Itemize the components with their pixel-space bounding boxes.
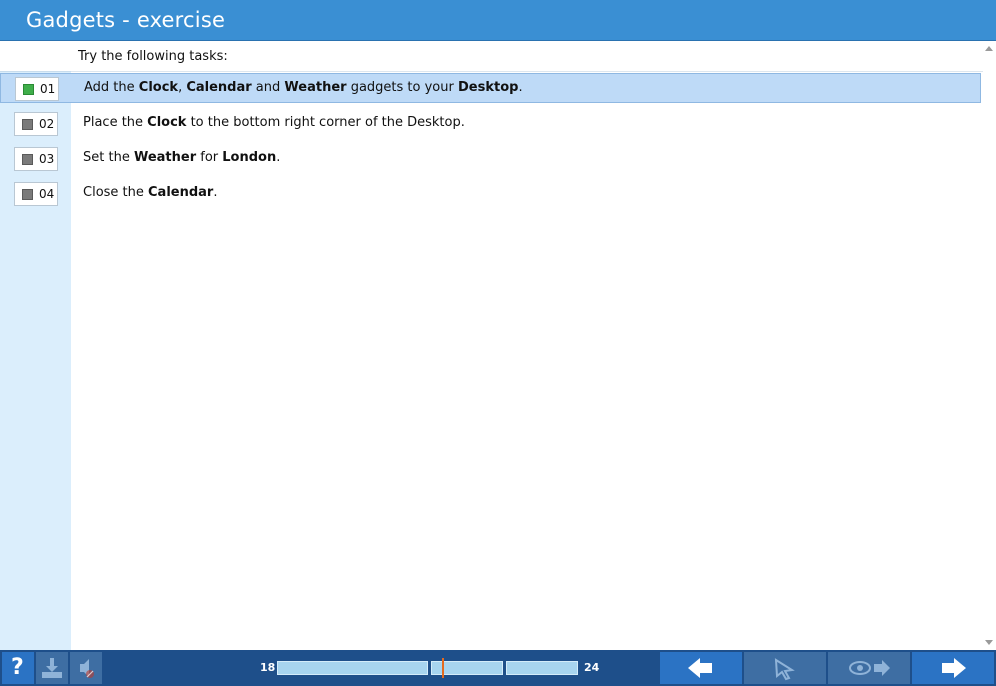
back-arrow-icon: [688, 658, 712, 678]
window-title: Gadgets - exercise: [26, 8, 226, 32]
task-keyword: Clock: [138, 80, 179, 95]
view-next-icon: [849, 660, 890, 676]
task-number: 01: [40, 82, 56, 96]
task-pending-icon: [22, 119, 33, 130]
task-text-part: Place the: [83, 115, 148, 130]
task-keyword: Calendar: [148, 185, 214, 200]
task-number-button[interactable]: 01: [15, 77, 59, 101]
task-row[interactable]: 02 Place the Clock to the bottom right co…: [0, 108, 981, 138]
task-number-button[interactable]: 03: [14, 147, 58, 171]
task-text-part: for: [196, 150, 223, 165]
title-bar: Gadgets - exercise: [0, 0, 996, 41]
task-description: Set the Weather for London.: [83, 150, 280, 165]
progress-segment[interactable]: [506, 661, 578, 675]
task-text-part: .: [213, 185, 218, 200]
forward-arrow-icon: [942, 658, 966, 678]
task-keyword: Desktop: [457, 80, 519, 95]
task-text-part: to the bottom right corner of the Deskto…: [186, 115, 465, 130]
task-number-header: [0, 41, 71, 72]
task-pending-icon: [22, 189, 33, 200]
progress-marker[interactable]: [442, 658, 444, 678]
task-row[interactable]: 04 Close the Calendar.: [0, 178, 981, 208]
task-number-button[interactable]: 04: [14, 182, 58, 206]
task-keyword: London: [222, 150, 277, 165]
scroll-down-arrow-icon[interactable]: [985, 640, 993, 645]
pointer-icon: [774, 658, 795, 681]
task-keyword: Weather: [284, 80, 347, 95]
vertical-scrollbar[interactable]: [983, 41, 996, 650]
task-text-part: Add the: [84, 80, 139, 95]
task-text-part: .: [518, 80, 523, 95]
task-number: 03: [39, 152, 55, 166]
task-description: Place the Clock to the bottom right corn…: [83, 115, 465, 130]
task-number-button[interactable]: 02: [14, 112, 58, 136]
progress-start-label: 18: [260, 661, 276, 674]
task-row[interactable]: 03 Set the Weather for London.: [0, 143, 981, 173]
task-number: 04: [39, 187, 55, 201]
task-keyword: Calendar: [186, 80, 252, 95]
task-keyword: Clock: [147, 115, 187, 130]
task-description: Close the Calendar.: [83, 185, 218, 200]
progress-end-label: 24: [584, 661, 600, 674]
progress-segment[interactable]: [277, 661, 428, 675]
task-description: Add the Clock, Calendar and Weather gadg…: [84, 80, 523, 95]
show-and-continue-button[interactable]: [828, 652, 910, 684]
task-number: 02: [39, 117, 55, 131]
next-button[interactable]: [912, 652, 994, 684]
task-keyword: Weather: [133, 150, 197, 165]
task-text-part: Close the: [83, 185, 149, 200]
scroll-up-arrow-icon[interactable]: [985, 46, 993, 51]
intro-text: Try the following tasks:: [78, 49, 228, 64]
task-text-part: Set the: [83, 150, 134, 165]
intro-divider: [71, 71, 983, 72]
task-text-part: gadgets to your: [346, 80, 458, 95]
task-text-part: .: [276, 150, 281, 165]
task-pending-icon: [22, 154, 33, 165]
task-row[interactable]: 01 Add the Clock, Calendar and Weather ga…: [0, 73, 981, 103]
task-complete-icon: [23, 84, 34, 95]
task-text-part: and: [251, 80, 285, 95]
show-pointer-button[interactable]: [744, 652, 826, 684]
back-button[interactable]: [660, 652, 742, 684]
bottom-toolbar: ? 18 24: [0, 650, 996, 686]
